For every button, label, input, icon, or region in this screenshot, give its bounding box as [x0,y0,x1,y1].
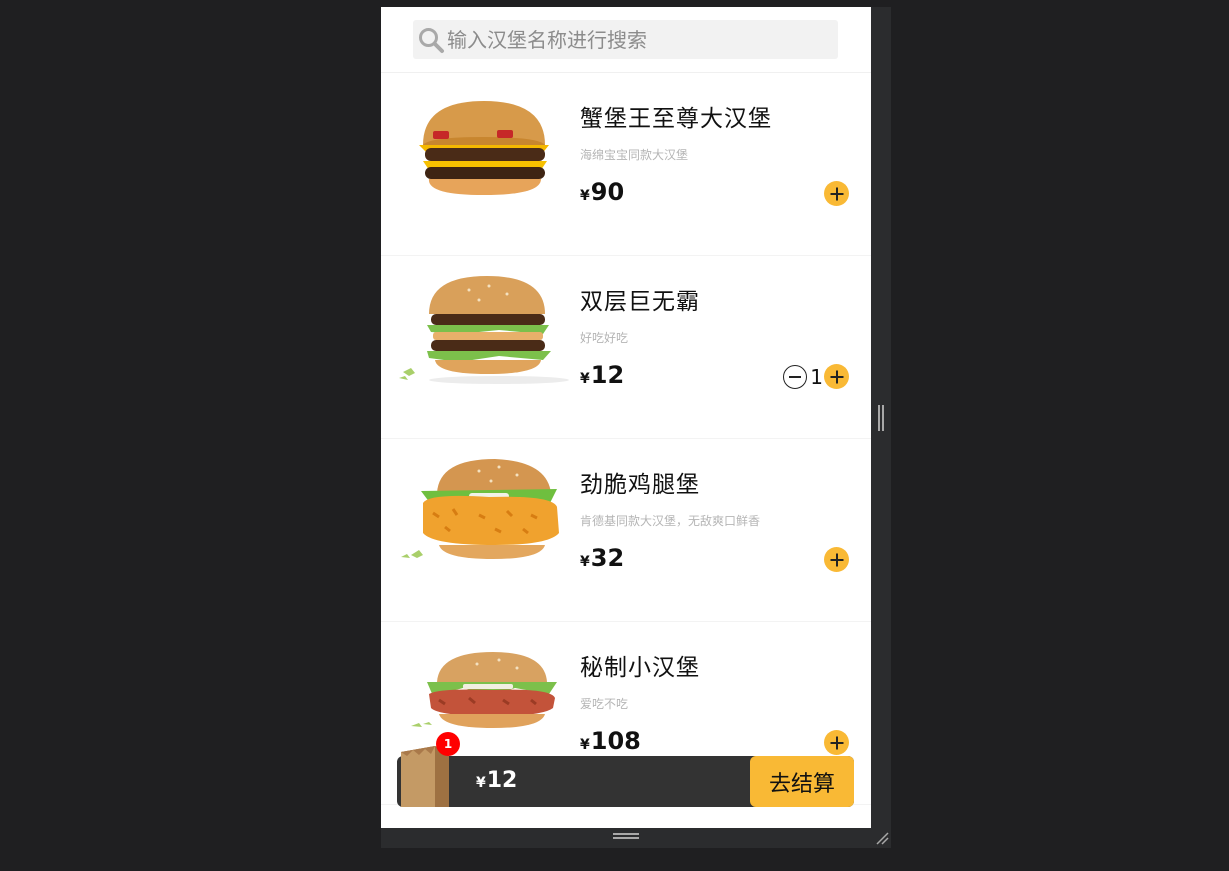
product-price: ¥108 [580,727,641,755]
price-value: 90 [590,178,625,206]
product-item: 劲脆鸡腿堡 肯德基同款大汉堡，无敌爽口鲜香 ¥32 [381,439,871,622]
product-price: ¥90 [580,178,624,206]
add-button[interactable] [824,181,849,206]
price-value: 108 [590,727,641,755]
vertical-resize-handle[interactable] [878,405,884,431]
product-description: 好吃好吃 [580,331,629,345]
quantity-value: 1 [810,364,823,389]
search-input[interactable] [447,27,827,52]
search-icon [419,27,444,53]
remove-button[interactable] [783,364,808,389]
horizontal-resize-handle[interactable] [613,833,639,843]
search-box[interactable] [413,20,838,59]
device-frame: 蟹堡王至尊大汉堡 海绵宝宝同款大汉堡 ¥90 [381,7,891,848]
product-price: ¥12 [580,361,624,389]
quantity-control [824,181,849,206]
price-value: 12 [590,361,625,389]
burger-big-mac-image [399,276,569,384]
product-name: 秘制小汉堡 [580,655,700,681]
product-name: 双层巨无霸 [580,289,700,315]
currency-symbol: ¥ [476,775,486,791]
product-description: 肯德基同款大汉堡，无敌爽口鲜香 [580,514,761,528]
burger-crispy-chicken-image [401,459,559,559]
search-bar [381,7,871,73]
currency-symbol: ¥ [580,188,590,204]
currency-symbol: ¥ [580,554,590,570]
product-description: 爱吃不吃 [580,697,629,711]
checkout-button[interactable]: 去结算 [750,756,854,807]
cart-bar: 1 ¥12 去结算 [397,732,854,807]
corner-resize-icon[interactable] [875,831,889,845]
currency-symbol: ¥ [580,371,590,387]
product-item: 双层巨无霸 好吃好吃 ¥12 1 [381,256,871,439]
burger-secret-image [411,652,557,728]
burger-double-cheese-image [419,101,549,195]
app-screen: 蟹堡王至尊大汉堡 海绵宝宝同款大汉堡 ¥90 [381,7,871,828]
product-price: ¥32 [580,544,624,572]
cart-total: ¥12 [476,768,517,793]
quantity-control [824,730,849,755]
add-button[interactable] [824,364,849,389]
product-item: 蟹堡王至尊大汉堡 海绵宝宝同款大汉堡 ¥90 [381,73,871,256]
add-button[interactable] [824,547,849,572]
product-name: 蟹堡王至尊大汉堡 [580,106,772,132]
price-value: 32 [590,544,625,572]
cart-count-badge: 1 [436,732,460,756]
add-button[interactable] [824,730,849,755]
product-name: 劲脆鸡腿堡 [580,472,700,498]
quantity-control [824,547,849,572]
cart-total-value: 12 [486,768,518,793]
quantity-control: 1 [783,364,849,389]
currency-symbol: ¥ [580,737,590,753]
product-description: 海绵宝宝同款大汉堡 [580,148,689,162]
product-list: 蟹堡王至尊大汉堡 海绵宝宝同款大汉堡 ¥90 双层巨无霸 好吃好吃 ¥12 1 … [381,73,871,805]
